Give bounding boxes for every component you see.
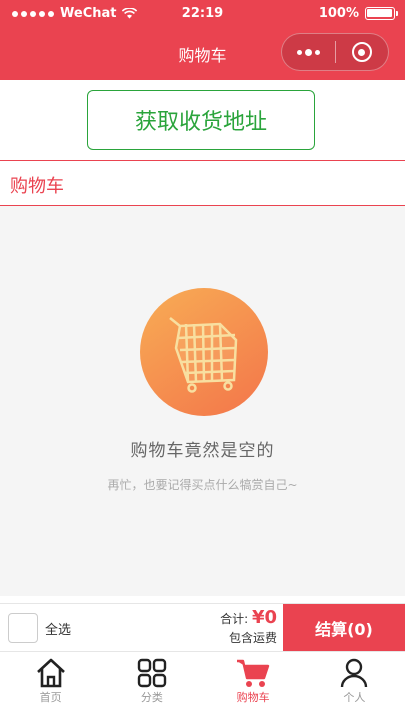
empty-cart-icon [140, 288, 268, 416]
close-circle-icon [351, 42, 372, 62]
total-summary: 合计: ¥0 包含运费 [220, 607, 277, 646]
tab-category[interactable]: 分类 [101, 652, 202, 706]
close-mini-program-button[interactable] [335, 34, 388, 70]
empty-cart-subtext: 再忙，也要记得买点什么犒赏自己~ [107, 478, 298, 492]
empty-cart-area: 购物车竟然是空的 再忙，也要记得买点什么犒赏自己~ [0, 206, 405, 596]
select-all-checkbox[interactable] [8, 613, 38, 643]
select-all-label: 全选 [45, 623, 72, 638]
checkout-button[interactable]: 结算(0) [283, 604, 405, 652]
battery-fill [367, 9, 392, 17]
tab-cart-label: 购物车 [236, 691, 270, 704]
tab-category-label: 分类 [140, 691, 163, 704]
shipping-note: 包含运费 [228, 631, 277, 645]
total-value: 0 [264, 607, 277, 628]
tab-home-label: 首页 [39, 691, 62, 704]
battery-icon [365, 7, 398, 20]
cart-icon [237, 659, 270, 687]
status-bar: WeChat 22:19 100% [0, 0, 405, 28]
tab-profile[interactable]: 个人 [304, 652, 405, 706]
category-icon [137, 658, 167, 688]
mini-program-capsule [281, 33, 389, 71]
get-address-button[interactable]: 获取收货地址 [87, 90, 315, 150]
empty-cart-message: 购物车竟然是空的 [130, 441, 275, 461]
checkout-bar: 全选 合计: ¥0 包含运费 结算(0) [0, 603, 405, 652]
top-header: WeChat 22:19 100% 购物车 [0, 0, 405, 80]
battery-percent: 100% [318, 6, 359, 21]
tab-home[interactable]: 首页 [0, 652, 101, 706]
total-label: 合计: [220, 612, 249, 626]
address-section: 获取收货地址 [0, 80, 405, 160]
home-icon [36, 658, 65, 688]
more-menu-icon[interactable] [282, 34, 335, 70]
total-price: ¥0 [252, 607, 277, 628]
user-icon [341, 658, 368, 688]
tab-profile-label: 个人 [343, 691, 366, 704]
cart-title: 购物车 [10, 176, 64, 197]
currency-symbol: ¥ [251, 607, 265, 628]
tab-cart[interactable]: 购物车 [203, 652, 304, 706]
tab-bar: 首页 分类 购物车 个人 [0, 651, 405, 706]
cart-header: 购物车 [0, 160, 405, 206]
